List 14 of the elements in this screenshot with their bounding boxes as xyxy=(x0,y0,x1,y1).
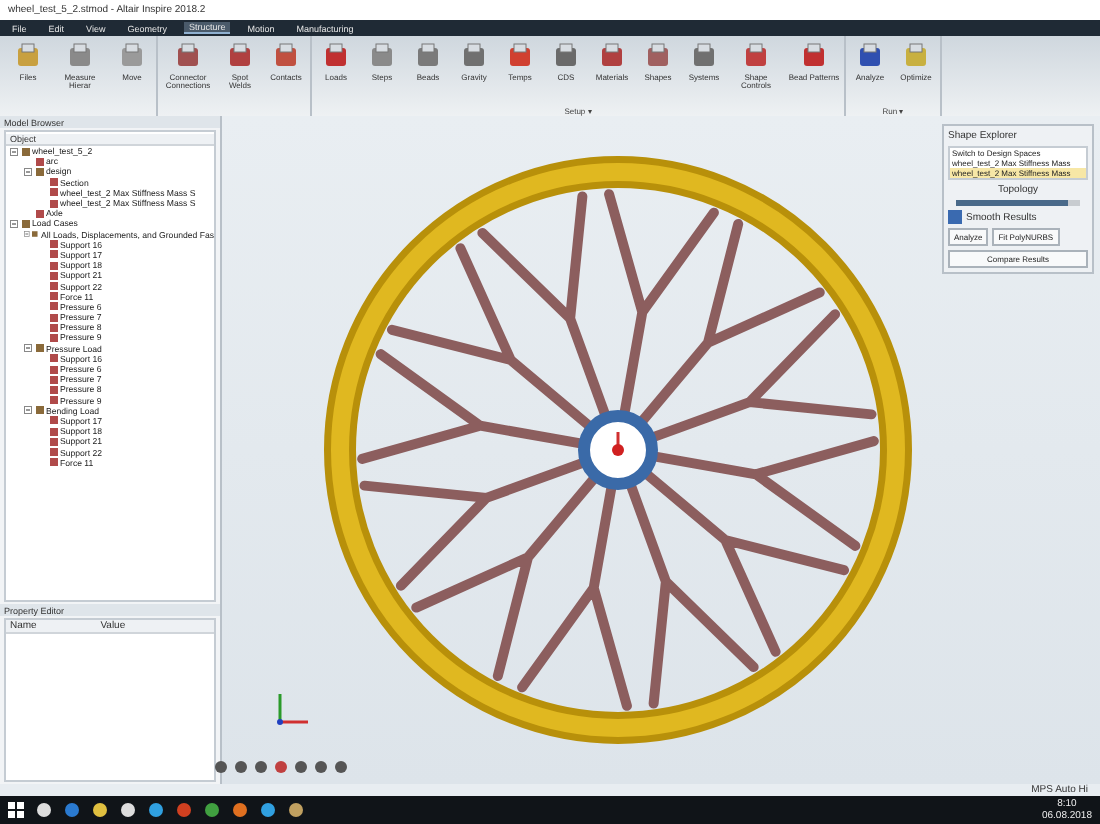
collapse-icon[interactable] xyxy=(24,406,32,415)
node-icon xyxy=(32,230,39,239)
checkbox[interactable] xyxy=(948,210,962,224)
windows-logo-icon[interactable] xyxy=(8,802,24,818)
node-icon xyxy=(35,209,43,218)
collapse-icon[interactable] xyxy=(10,147,18,156)
node-icon xyxy=(35,406,43,415)
axis-triad-icon xyxy=(274,688,314,728)
node-icon xyxy=(21,219,29,228)
collapse-icon[interactable] xyxy=(24,344,32,353)
node-icon xyxy=(21,147,29,156)
collapse-icon[interactable] xyxy=(24,167,32,176)
node-icon xyxy=(35,344,43,353)
collapse-icon[interactable] xyxy=(10,219,18,228)
